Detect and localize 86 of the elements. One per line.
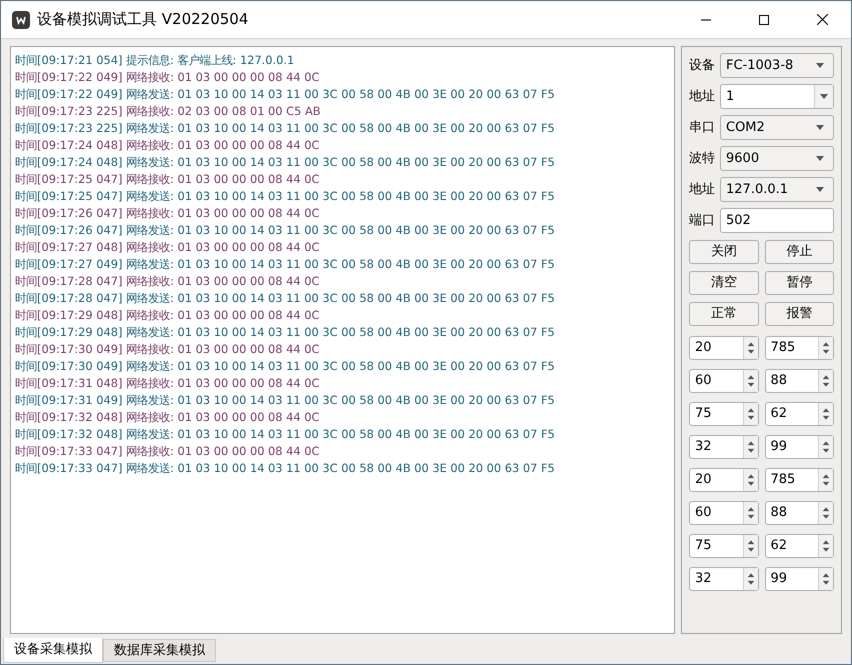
close-icon	[816, 14, 828, 25]
spin-arrows-icon	[742, 403, 758, 425]
tab[interactable]: 数据库采集模拟	[103, 639, 216, 662]
field-label: 地址	[689, 88, 716, 106]
spin-arrows-icon	[818, 502, 833, 524]
combo-field[interactable]: 1	[720, 84, 834, 109]
spin-arrows-icon	[818, 370, 833, 392]
spin-box[interactable]: 20	[689, 336, 758, 360]
log-line: 时间[09:17:32 048] 网络发送: 01 03 10 00 14 03 11 00 3C 00 58 00 4B 00 3E 00 20 00 63 07 F5	[15, 426, 556, 443]
spin-box[interactable]: 32	[689, 435, 758, 459]
tab[interactable]: 设备采集模拟	[3, 638, 103, 663]
spin-box[interactable]: 785	[764, 468, 834, 492]
log-line: 时间[09:17:21 054] 提示信息: 客户端上线: 127.0.0.1	[15, 52, 296, 69]
spin-arrows-icon	[742, 502, 758, 524]
spin-box[interactable]: 60	[689, 369, 758, 393]
spin-arrows-icon	[818, 568, 833, 590]
log-line: 时间[09:17:33 047] 网络发送: 01 03 10 00 14 03 11 00 3C 00 58 00 4B 00 3E 00 20 00 63 07 F5	[15, 460, 556, 477]
spin-box[interactable]: 88	[764, 369, 834, 393]
field-label: 地址	[689, 180, 716, 199]
field-label: 设备	[689, 56, 716, 75]
log-line: 时间[09:17:26 047] 网络发送: 01 03 10 00 14 03 11 00 3C 00 58 00 4B 00 3E 00 20 00 63 07 F5	[15, 222, 556, 239]
spin-box[interactable]: 62	[764, 534, 834, 558]
action-button[interactable]: 关闭	[689, 240, 758, 264]
spin-arrows-icon	[818, 469, 833, 491]
dropdown[interactable]: 9600	[720, 146, 834, 171]
log-line: 时间[09:17:22 049] 网络发送: 01 03 10 00 14 03 11 00 3C 00 58 00 4B 00 3E 00 20 00 63 07 F5	[15, 86, 556, 103]
caret-icon	[816, 63, 824, 68]
app-logo-icon	[12, 10, 30, 28]
spin-arrows-icon	[818, 403, 833, 425]
field-label: 端口	[689, 212, 716, 230]
log-line: 时间[09:17:30 049] 网络发送: 01 03 10 00 14 03 11 00 3C 00 58 00 4B 00 3E 00 20 00 63 07 F5	[15, 358, 556, 375]
action-button[interactable]: 清空	[689, 271, 758, 295]
spin-arrows-icon	[818, 337, 833, 359]
caret-icon	[820, 94, 828, 99]
spin-box[interactable]: 62	[764, 402, 834, 426]
log-line: 时间[09:17:24 048] 网络接收: 01 03 00 00 00 08 44 0C	[15, 137, 320, 154]
log-line: 时间[09:17:24 048] 网络发送: 01 03 10 00 14 03 11 00 3C 00 58 00 4B 00 3E 00 20 00 63 07 F5	[15, 154, 556, 171]
spin-arrows-icon	[742, 370, 758, 392]
spin-box[interactable]: 75	[689, 534, 758, 558]
spin-box[interactable]: 20	[689, 468, 758, 492]
spin-box[interactable]: 75	[689, 402, 758, 426]
spin-box[interactable]: 99	[764, 435, 834, 459]
log-line: 时间[09:17:28 047] 网络发送: 01 03 10 00 14 03 11 00 3C 00 58 00 4B 00 3E 00 20 00 63 07 F5	[15, 290, 556, 307]
log-line: 时间[09:17:25 047] 网络接收: 01 03 00 00 00 08 44 0C	[15, 171, 320, 188]
log-line: 时间[09:17:28 047] 网络接收: 01 03 00 00 00 08 44 0C	[15, 273, 320, 290]
maximize-icon	[759, 14, 769, 24]
action-button[interactable]: 暂停	[764, 271, 834, 295]
spin-box[interactable]: 785	[764, 336, 834, 360]
log-line: 时间[09:17:26 047] 网络接收: 01 03 00 00 00 08 44 0C	[15, 205, 320, 222]
caret-icon	[816, 187, 824, 192]
dropdown[interactable]: COM2	[720, 115, 834, 140]
dropdown[interactable]: 127.0.0.1	[720, 177, 834, 202]
spin-arrows-icon	[742, 469, 758, 491]
spin-arrows-icon	[742, 535, 758, 557]
log-line: 时间[09:17:31 048] 网络接收: 01 03 00 00 00 08 44 0C	[15, 375, 320, 392]
spin-box[interactable]: 88	[764, 501, 834, 525]
log-line: 时间[09:17:30 049] 网络接收: 01 03 00 00 00 08 44 0C	[15, 341, 320, 358]
log-line: 时间[09:17:22 049] 网络接收: 01 03 00 00 00 08 44 0C	[15, 69, 320, 86]
log-line: 时间[09:17:23 225] 网络发送: 01 03 10 00 14 03 11 00 3C 00 58 00 4B 00 3E 00 20 00 63 07 F5	[15, 120, 556, 137]
action-button[interactable]: 报警	[764, 302, 834, 326]
caret-icon	[816, 156, 824, 161]
log-line: 时间[09:17:27 049] 网络发送: 01 03 10 00 14 03 11 00 3C 00 58 00 4B 00 3E 00 20 00 63 07 F5	[15, 256, 556, 273]
input-field[interactable]: 502	[720, 208, 834, 233]
log-line: 时间[09:17:25 047] 网络发送: 01 03 10 00 14 03 11 00 3C 00 58 00 4B 00 3E 00 20 00 63 07 F5	[15, 188, 556, 205]
field-label: 串口	[689, 118, 716, 137]
log-line: 时间[09:17:32 048] 网络接收: 01 03 00 00 00 08 44 0C	[15, 409, 320, 426]
spin-box[interactable]: 60	[689, 501, 758, 525]
log-line: 时间[09:17:33 047] 网络接收: 01 03 00 00 00 08 44 0C	[15, 443, 320, 460]
log-line: 时间[09:17:29 048] 网络接收: 01 03 00 00 00 08 44 0C	[15, 307, 320, 324]
log-line: 时间[09:17:31 049] 网络发送: 01 03 10 00 14 03 11 00 3C 00 58 00 4B 00 3E 00 20 00 63 07 F5	[15, 392, 556, 409]
spin-box[interactable]: 99	[764, 567, 834, 591]
action-button[interactable]: 停止	[764, 240, 834, 264]
spin-arrows-icon	[742, 337, 758, 359]
caret-icon	[816, 125, 824, 130]
window-title: 设备模拟调试工具 V20220504	[37, 9, 248, 30]
log-line: 时间[09:17:29 048] 网络发送: 01 03 10 00 14 03 11 00 3C 00 58 00 4B 00 3E 00 20 00 63 07 F5	[15, 324, 556, 341]
log-line: 时间[09:17:23 225] 网络接收: 02 03 00 08 01 00 C5 AB	[15, 103, 322, 120]
spin-arrows-icon	[818, 436, 833, 458]
log-line: 时间[09:17:27 048] 网络接收: 01 03 00 00 00 08 44 0C	[15, 239, 320, 256]
action-button[interactable]: 正常	[689, 302, 758, 326]
field-label: 波特	[689, 150, 716, 168]
spin-box[interactable]: 32	[689, 567, 758, 591]
spin-arrows-icon	[742, 436, 758, 458]
spin-arrows-icon	[818, 535, 833, 557]
dropdown[interactable]: FC-1003-8	[720, 53, 834, 78]
spin-arrows-icon	[742, 568, 758, 590]
